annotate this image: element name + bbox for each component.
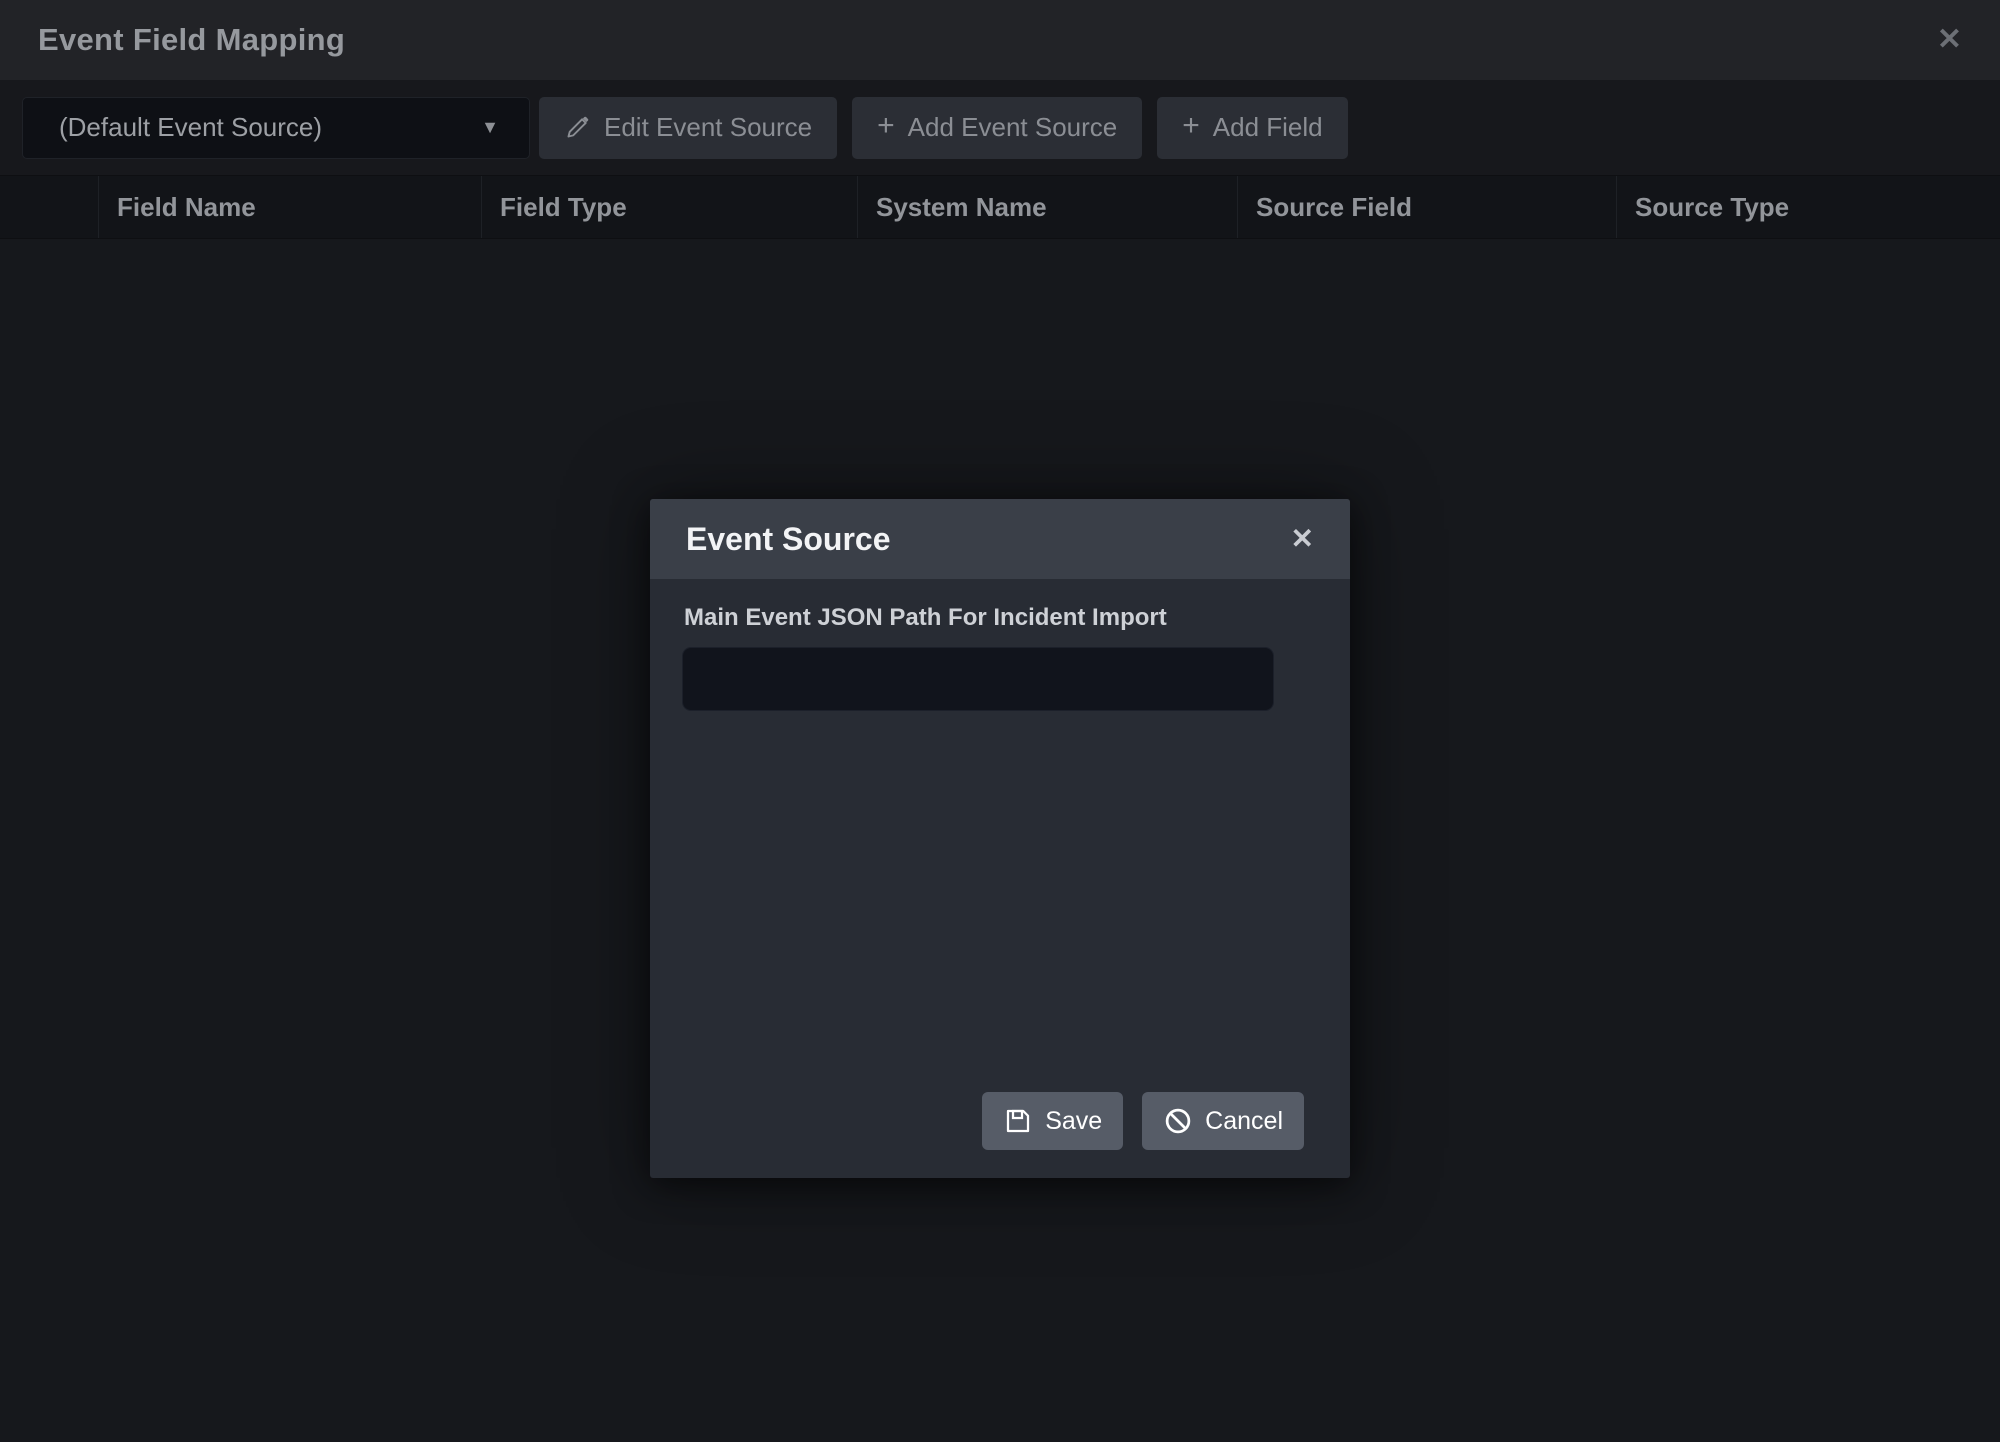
json-path-input[interactable] bbox=[682, 647, 1274, 711]
save-button[interactable]: Save bbox=[982, 1092, 1123, 1150]
column-header-empty bbox=[0, 176, 99, 238]
window-titlebar: Event Field Mapping ✕ bbox=[0, 0, 2000, 80]
add-field-label: Add Field bbox=[1213, 112, 1323, 143]
column-header-field-name[interactable]: Field Name bbox=[99, 176, 482, 238]
edit-event-source-button[interactable]: Edit Event Source bbox=[539, 97, 837, 159]
event-field-mapping-window: Event Field Mapping ✕ (Default Event Sou… bbox=[0, 0, 2000, 1442]
close-icon[interactable]: ✕ bbox=[1937, 25, 1962, 55]
dialog-footer: Save Cancel bbox=[682, 1092, 1320, 1150]
column-header-field-type[interactable]: Field Type bbox=[482, 176, 858, 238]
save-button-label: Save bbox=[1045, 1107, 1102, 1136]
plus-icon: + bbox=[1182, 111, 1200, 141]
chevron-down-icon: ▼ bbox=[481, 117, 499, 138]
field-mapping-table-header: Field Name Field Type System Name Source… bbox=[0, 175, 2000, 239]
event-source-select[interactable]: (Default Event Source) ▼ bbox=[22, 97, 530, 159]
column-header-system-name[interactable]: System Name bbox=[858, 176, 1238, 238]
toolbar: (Default Event Source) ▼ Edit Event Sour… bbox=[0, 80, 2000, 175]
pencil-icon bbox=[564, 114, 591, 141]
event-source-dialog: Event Source ✕ Main Event JSON Path For … bbox=[650, 499, 1350, 1178]
edit-event-source-label: Edit Event Source bbox=[604, 112, 812, 143]
dialog-title: Event Source bbox=[686, 521, 891, 558]
json-path-label: Main Event JSON Path For Incident Import bbox=[684, 604, 1320, 632]
dialog-close-icon[interactable]: ✕ bbox=[1291, 525, 1314, 553]
add-field-button[interactable]: + Add Field bbox=[1157, 97, 1347, 159]
event-source-select-value: (Default Event Source) bbox=[59, 112, 322, 143]
plus-icon: + bbox=[877, 111, 895, 141]
column-header-source-field[interactable]: Source Field bbox=[1238, 176, 1617, 238]
cancel-ban-icon bbox=[1163, 1106, 1193, 1136]
page-title: Event Field Mapping bbox=[38, 22, 345, 58]
save-floppy-icon bbox=[1003, 1106, 1033, 1136]
add-event-source-label: Add Event Source bbox=[908, 112, 1118, 143]
dialog-body: Main Event JSON Path For Incident Import… bbox=[650, 579, 1350, 1178]
add-event-source-button[interactable]: + Add Event Source bbox=[852, 97, 1142, 159]
cancel-button[interactable]: Cancel bbox=[1142, 1092, 1304, 1150]
cancel-button-label: Cancel bbox=[1205, 1107, 1283, 1136]
column-header-source-type[interactable]: Source Type bbox=[1617, 176, 2000, 238]
dialog-header: Event Source ✕ bbox=[650, 499, 1350, 579]
